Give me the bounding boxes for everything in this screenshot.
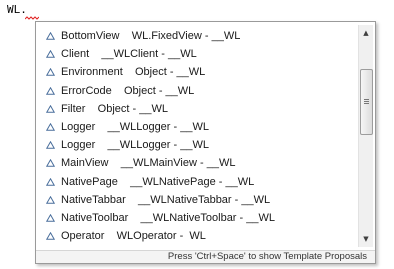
class-triangle-icon (46, 123, 55, 131)
proposal-item[interactable]: MainView __WLMainView - __WL (40, 154, 354, 172)
proposal-label: MainView __WLMainView - __WL (61, 157, 236, 170)
proposal-item[interactable]: Filter Object - __WL (40, 100, 354, 118)
proposal-label: NativeTabbar __WLNativeTabbar - __WL (61, 193, 271, 206)
scroll-up-arrow-icon[interactable]: ▲ (359, 25, 373, 41)
content-assist-popup: BottomView WL.FixedView - __WL Client __W… (35, 21, 376, 264)
class-triangle-icon (46, 232, 55, 240)
proposal-label: BottomView WL.FixedView - __WL (61, 30, 241, 43)
proposal-item[interactable]: Client __WLClient - __WL (40, 45, 354, 63)
class-triangle-icon (46, 68, 55, 77)
proposal-item[interactable]: Logger __WLLogger - __WL (40, 118, 354, 136)
scrollbar-grip-icon (364, 99, 369, 105)
proposal-item[interactable]: NativeToolbar __WLNativeToolbar - __WL (40, 209, 354, 227)
error-squiggle (25, 16, 39, 20)
proposal-list: BottomView WL.FixedView - __WL Client __W… (40, 27, 354, 249)
proposal-label: Logger __WLLogger - __WL (61, 121, 209, 134)
proposal-label: Filter Object - __WL (61, 102, 168, 115)
template-proposals-hint: Press 'Ctrl+Space' to show Template Prop… (36, 250, 375, 263)
editor-text[interactable]: WL. (7, 3, 27, 16)
class-triangle-icon (46, 195, 55, 204)
proposal-label: Operator WLOperator - WL (61, 230, 206, 243)
proposal-label: Client __WLClient - __WL (61, 48, 197, 61)
proposal-item[interactable]: Environment Object - __WL (40, 63, 354, 81)
proposal-label: ErrorCode Object - __WL (61, 84, 195, 97)
proposal-item[interactable]: NativePage __WLNativePage - __WL (40, 173, 354, 191)
class-triangle-icon (46, 86, 55, 95)
scroll-down-arrow-icon[interactable]: ▼ (359, 231, 373, 247)
class-triangle-icon (46, 104, 55, 113)
proposal-label: NativeToolbar __WLNativeToolbar - __WL (61, 211, 275, 224)
proposal-label: Logger __WLLogger - __WL (61, 139, 209, 152)
proposal-label: Environment Object - __WL (61, 66, 206, 79)
class-triangle-icon (46, 50, 55, 58)
class-triangle-icon (46, 32, 55, 40)
class-triangle-icon (46, 159, 55, 168)
proposal-item[interactable]: BottomView WL.FixedView - __WL (40, 27, 354, 45)
class-triangle-icon (46, 141, 55, 149)
scrollbar-thumb[interactable] (360, 69, 373, 135)
proposal-item[interactable]: ErrorCode Object - __WL (40, 82, 354, 100)
proposal-item[interactable]: Operator WLOperator - WL (40, 227, 354, 245)
proposal-label: NativePage __WLNativePage - __WL (61, 175, 255, 188)
class-triangle-icon (46, 177, 55, 186)
proposal-item[interactable]: NativeTabbar __WLNativeTabbar - __WL (40, 191, 354, 209)
proposal-scrollbar[interactable]: ▲ ▼ (358, 25, 373, 247)
class-triangle-icon (46, 213, 55, 222)
proposal-item[interactable]: Logger __WLLogger - __WL (40, 136, 354, 154)
